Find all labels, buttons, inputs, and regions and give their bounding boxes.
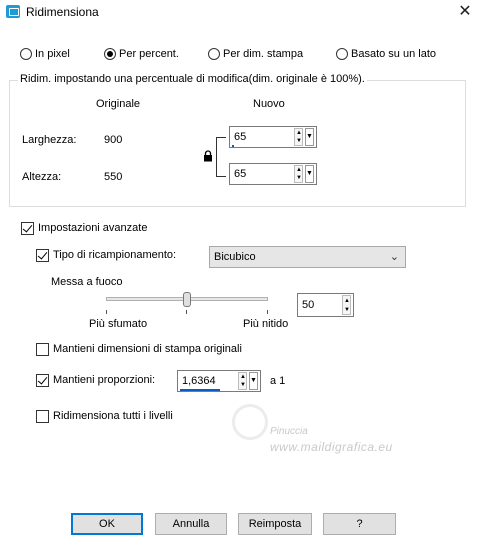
cancel-button[interactable]: Annulla <box>155 513 227 535</box>
height-new-spinner[interactable]: 65 ▲ ▼ ▼ <box>229 163 317 185</box>
window-title: Ridimensiona <box>26 5 99 19</box>
sharpen-slider-thumb[interactable] <box>183 292 191 307</box>
radio-label-in-pixel[interactable]: In pixel <box>35 48 70 60</box>
col-new-header: Nuovo <box>253 98 285 110</box>
advanced-settings-checkbox[interactable] <box>21 222 34 235</box>
watermark-logo <box>232 404 268 440</box>
radio-per-percent[interactable] <box>104 48 116 60</box>
slider-tick <box>186 310 187 314</box>
keep-print-size-label[interactable]: Mantieni dimensioni di stampa originali <box>53 343 242 355</box>
sharpen-min-label: Più sfumato <box>89 318 148 330</box>
ratio-suffix: a 1 <box>270 375 286 387</box>
spin-arrows[interactable]: ▲ ▼ <box>238 372 247 390</box>
width-new-value: 65 <box>234 131 247 143</box>
title-bar: Ridimensiona ✕ <box>0 0 478 26</box>
width-new-spinner[interactable]: 65 ▲ ▼ ▼ <box>229 126 317 148</box>
keep-ratio-checkbox[interactable] <box>36 374 49 387</box>
resize-all-layers-checkbox[interactable] <box>36 410 49 423</box>
sharpen-value-spinner[interactable]: 50 ▲ ▼ <box>297 293 354 317</box>
radio-label-per-percent[interactable]: Per percent. <box>119 48 179 60</box>
height-original-value: 550 <box>104 171 123 183</box>
height-new-value: 65 <box>234 168 247 180</box>
watermark-line-1: Pinuccia <box>270 426 308 437</box>
watermark-line-2: www.maildigrafica.eu <box>270 440 393 454</box>
spin-arrows[interactable]: ▲ ▼ <box>294 128 303 146</box>
spin-arrows[interactable]: ▲ ▼ <box>294 165 303 183</box>
app-icon <box>6 5 20 18</box>
height-label: Altezza: <box>22 171 62 183</box>
slider-tick <box>267 310 268 314</box>
col-original-header: Originale <box>96 98 141 110</box>
radio-based-on-side[interactable] <box>336 48 348 60</box>
reset-button[interactable]: Reimposta <box>238 513 312 535</box>
radio-label-per-print-size[interactable]: Per dim. stampa <box>223 48 303 60</box>
slider-tick <box>106 310 107 314</box>
resample-checkbox[interactable] <box>36 249 49 262</box>
spin-dropdown-icon[interactable]: ▼ <box>249 372 258 390</box>
spin-arrows[interactable]: ▲ ▼ <box>342 295 351 315</box>
spin-dropdown-icon[interactable]: ▼ <box>305 165 314 183</box>
radio-label-based-on-side[interactable]: Basato su un lato <box>351 48 436 60</box>
sharpen-label: Messa a fuoco <box>51 276 123 288</box>
resample-value: Bicubico <box>214 251 256 263</box>
resample-label[interactable]: Tipo di ricampionamento: <box>53 249 176 261</box>
sharpen-max-label: Più nitido <box>243 318 289 330</box>
radio-in-pixel[interactable] <box>20 48 32 60</box>
ratio-spinner[interactable]: 1,6364 ▲ ▼ ▼ <box>177 370 261 392</box>
sharpen-value: 50 <box>302 299 315 311</box>
lock-icon[interactable] <box>203 150 213 162</box>
resample-select[interactable]: Bicubico ⌄ <box>209 246 406 268</box>
ratio-value: 1,6364 <box>182 375 216 387</box>
keep-print-size-checkbox[interactable] <box>36 343 49 356</box>
width-original-value: 900 <box>104 134 123 146</box>
group-title: Ridim. impostando una percentuale di mod… <box>18 73 367 85</box>
help-button[interactable]: ? <box>323 513 396 535</box>
close-icon[interactable]: ✕ <box>452 0 478 24</box>
resize-all-layers-label[interactable]: Ridimensiona tutti i livelli <box>53 410 173 422</box>
advanced-settings-label[interactable]: Impostazioni avanzate <box>38 222 147 234</box>
radio-per-print-size[interactable] <box>208 48 220 60</box>
spin-dropdown-icon[interactable]: ▼ <box>305 128 314 146</box>
ok-button[interactable]: OK <box>71 513 143 535</box>
chevron-down-icon: ⌄ <box>389 251 399 263</box>
keep-ratio-label[interactable]: Mantieni proporzioni: <box>53 374 155 386</box>
width-label: Larghezza: <box>22 134 77 146</box>
lock-bracket <box>216 137 226 177</box>
